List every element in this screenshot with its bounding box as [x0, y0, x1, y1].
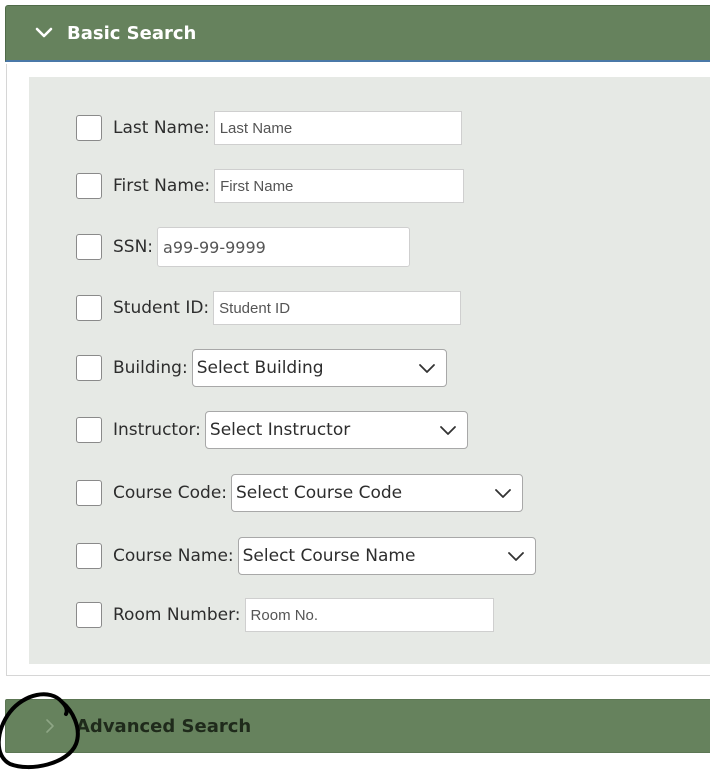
course-name-label: Course Name: — [113, 546, 234, 566]
first-name-input[interactable] — [214, 169, 465, 203]
chevron-down-icon — [439, 425, 457, 436]
student-id-label: Student ID: — [113, 298, 210, 318]
ssn-input[interactable] — [157, 227, 411, 267]
course-code-select[interactable]: Select Course Code — [231, 474, 524, 512]
search-form: Last Name: First Name: SSN: Student ID: — [29, 77, 710, 664]
instructor-label: Instructor: — [113, 420, 201, 440]
instructor-select-value: Select Instructor — [209, 420, 351, 440]
first-name-row: First Name: — [76, 168, 465, 204]
last-name-row: Last Name: — [76, 110, 462, 146]
chevron-down-icon — [34, 23, 54, 43]
ssn-label: SSN: — [113, 237, 154, 257]
building-checkbox[interactable] — [76, 355, 102, 381]
search-page: Basic Search Last Name: First Name: SSN: — [0, 0, 710, 771]
course-code-checkbox[interactable] — [76, 480, 102, 506]
ssn-checkbox[interactable] — [76, 234, 102, 260]
basic-search-panel: Last Name: First Name: SSN: Student ID: — [6, 64, 710, 676]
first-name-checkbox[interactable] — [76, 173, 102, 199]
instructor-row: Instructor: Select Instructor — [76, 411, 468, 449]
building-row: Building: Select Building — [76, 349, 447, 387]
course-code-row: Course Code: Select Course Code — [76, 474, 524, 512]
room-number-row: Room Number: — [76, 597, 494, 633]
course-name-row: Course Name: Select Course Name — [76, 537, 536, 575]
student-id-checkbox[interactable] — [76, 295, 102, 321]
chevron-down-icon — [507, 551, 525, 562]
student-id-row: Student ID: — [76, 290, 462, 326]
basic-search-title: Basic Search — [67, 22, 197, 44]
instructor-select[interactable]: Select Instructor — [204, 411, 468, 449]
room-number-input[interactable] — [244, 598, 494, 632]
chevron-down-icon — [494, 488, 512, 499]
ssn-row: SSN: — [76, 227, 411, 267]
last-name-checkbox[interactable] — [76, 115, 102, 141]
student-id-input[interactable] — [213, 291, 462, 325]
basic-search-header[interactable]: Basic Search — [5, 5, 710, 62]
course-name-select-value: Select Course Name — [242, 546, 416, 566]
course-name-checkbox[interactable] — [76, 543, 102, 569]
building-select-value: Select Building — [196, 358, 324, 378]
instructor-checkbox[interactable] — [76, 417, 102, 443]
advanced-search-header[interactable]: Advanced Search — [5, 699, 710, 753]
building-select[interactable]: Select Building — [191, 349, 447, 387]
chevron-right-icon — [40, 716, 60, 736]
last-name-label: Last Name: — [113, 118, 210, 138]
course-code-label: Course Code: — [113, 483, 228, 503]
course-name-select[interactable]: Select Course Name — [237, 537, 536, 575]
advanced-search-title: Advanced Search — [76, 715, 252, 737]
course-code-select-value: Select Course Code — [236, 483, 403, 503]
room-number-label: Room Number: — [113, 605, 241, 625]
room-number-checkbox[interactable] — [76, 602, 102, 628]
building-label: Building: — [113, 358, 188, 378]
first-name-label: First Name: — [113, 176, 211, 196]
chevron-down-icon — [418, 363, 436, 374]
last-name-input[interactable] — [213, 111, 462, 145]
